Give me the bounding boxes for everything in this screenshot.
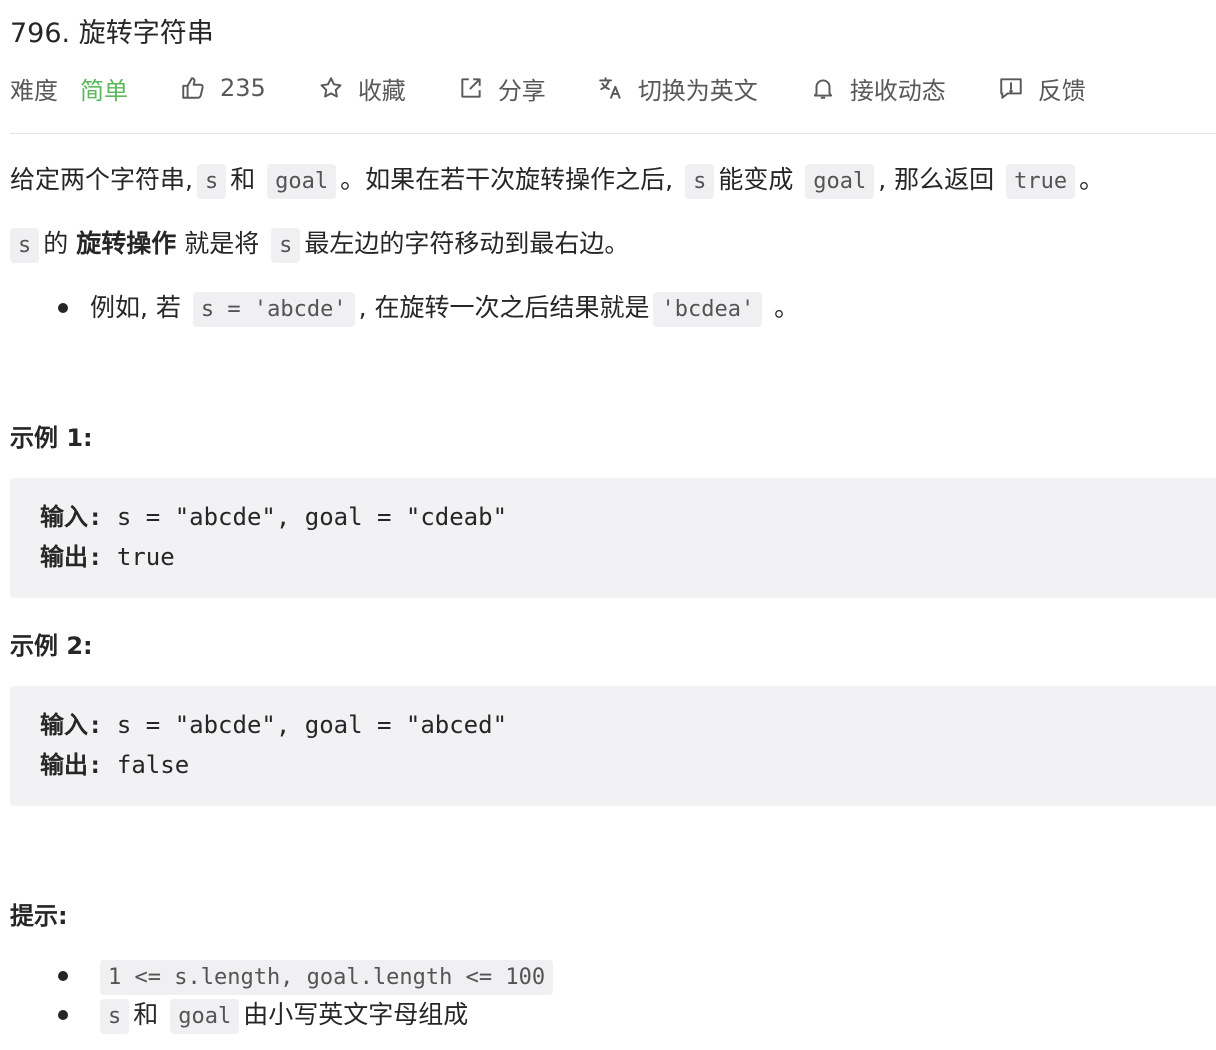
notifications-button[interactable]: 接收动态 (810, 71, 946, 106)
list-item: 例如, 若 s = 'abcde', 在旋转一次之后结果就是'bcdea' 。 (10, 288, 799, 328)
description-bold: 旋转操作 (76, 229, 177, 258)
description-list: 例如, 若 s = 'abcde', 在旋转一次之后结果就是'bcdea' 。 (10, 288, 799, 328)
description-text: 给定两个字符串, (10, 165, 193, 194)
switch-language-label: 切换为英文 (637, 76, 758, 105)
inline-code: s (271, 228, 301, 263)
description-text: 例如, 若 (90, 293, 181, 322)
inline-code: s (10, 228, 40, 263)
example-input-value: s = "abcde", goal = "cdeab" (102, 503, 508, 531)
problem-meta-bar: 难度 简单 235 收藏 分享 切换为英文 接收动态 反馈 (10, 66, 1216, 110)
list-item: 1 <= s.length, goal.length <= 100 (10, 956, 557, 996)
inline-code: s = 'abcde' (192, 292, 355, 327)
translate-icon (599, 77, 621, 99)
example-output-label: 输出: (40, 543, 103, 571)
like-button[interactable]: 235 (180, 74, 266, 102)
description-text: 。如果在若干次旋转操作之后, (340, 165, 674, 194)
description-text: , 在旋转一次之后结果就是 (358, 293, 650, 322)
example-input-line: 输入: s = "abcde", goal = "abced" (40, 705, 507, 745)
description-text: 能变成 (718, 165, 794, 194)
example-input-line: 输入: s = "abcde", goal = "cdeab" (40, 497, 507, 537)
example-output-label: 输出: (40, 751, 103, 779)
description-text: , 那么返回 (878, 165, 995, 194)
inline-code: 1 <= s.length, goal.length <= 100 (100, 960, 554, 995)
inline-code: s (100, 999, 130, 1034)
favorite-label: 收藏 (357, 76, 406, 105)
notifications-label: 接收动态 (849, 76, 946, 105)
inline-code: s (685, 164, 715, 199)
example-input-value: s = "abcde", goal = "abced" (102, 711, 508, 739)
share-label: 分享 (497, 76, 546, 105)
like-count: 235 (220, 74, 266, 102)
divider (10, 133, 1216, 134)
inline-code: goal (805, 164, 875, 199)
share-icon (461, 78, 481, 98)
example-input-label: 输入: (40, 711, 103, 739)
thumbs-up-icon (182, 77, 204, 99)
difficulty-label: 难度 (10, 76, 58, 105)
inline-code: goal (267, 164, 337, 199)
example-block: 输入: s = "abcde", goal = "abced" 输出: fals… (10, 686, 1216, 806)
feedback-icon (1000, 78, 1022, 99)
description-text: 的 (43, 229, 69, 258)
constraints-title: 提示: (10, 902, 68, 930)
problem-title: 796. 旋转字符串 (10, 18, 214, 49)
description-text: 和 (230, 165, 256, 194)
inline-code: goal (170, 999, 240, 1034)
feedback-button[interactable]: 反馈 (998, 71, 1086, 106)
example-output-line: 输出: false (40, 745, 189, 785)
bullet-dot (58, 303, 68, 313)
favorite-button[interactable]: 收藏 (318, 71, 406, 106)
bell-icon (813, 79, 832, 99)
example-title: 示例 2: (10, 632, 93, 660)
star-icon (320, 77, 342, 98)
example-title: 示例 1: (10, 424, 93, 452)
bullet-dot (58, 971, 68, 981)
difficulty: 难度 简单 (10, 71, 128, 106)
description-text: 。 (774, 293, 800, 322)
inline-code: 'bcdea' (653, 292, 763, 327)
difficulty-badge: 简单 (80, 76, 128, 105)
example-output-value: true (102, 543, 175, 571)
description-text: 。 (1079, 165, 1105, 194)
feedback-label: 反馈 (1037, 76, 1086, 105)
inline-code: true (1006, 164, 1076, 199)
description-paragraph: s的 旋转操作 就是将 s 最左边的字符移动到最右边。 (10, 224, 629, 266)
bullet-dot (58, 1010, 68, 1020)
share-button[interactable]: 分享 (458, 71, 546, 106)
example-output-line: 输出: true (40, 537, 175, 577)
switch-language-button[interactable]: 切换为英文 (598, 71, 758, 106)
constraints-list: 1 <= s.length, goal.length <= 100 s和 goa… (10, 956, 557, 1034)
constraint-text: 和 (133, 1000, 159, 1029)
description-text: 最左边的字符移动到最右边。 (304, 229, 630, 258)
example-output-value: false (102, 751, 190, 779)
description-paragraph: 给定两个字符串, s 和 goal 。如果在若干次旋转操作之后, s 能变成 goal,… (10, 160, 1104, 202)
description-text: 就是将 (184, 229, 260, 258)
example-block: 输入: s = "abcde", goal = "cdeab" 输出: true (10, 478, 1216, 598)
example-input-label: 输入: (40, 503, 103, 531)
constraint-text: 由小写英文字母组成 (243, 1000, 469, 1029)
list-item: s和 goal 由小写英文字母组成 (10, 996, 557, 1034)
inline-code: s (196, 164, 227, 199)
